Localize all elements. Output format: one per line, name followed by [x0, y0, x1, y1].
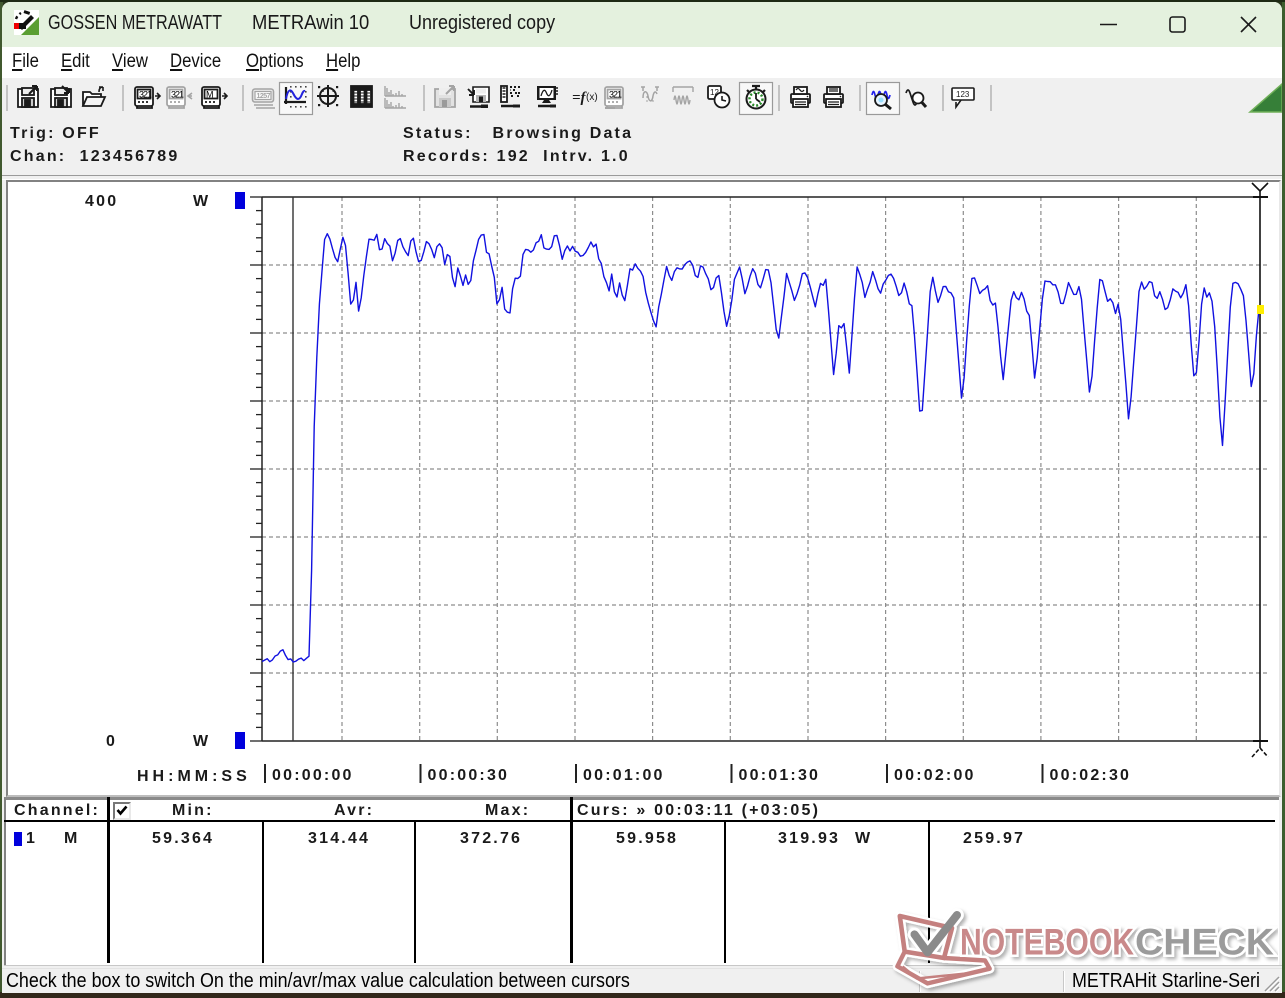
svg-text:(x): (x)	[586, 92, 598, 103]
svg-text:00:02:00: 00:02:00	[894, 767, 976, 784]
svg-text:0: 0	[106, 733, 117, 750]
svg-text:M: M	[206, 90, 213, 100]
svg-text:00:00:30: 00:00:30	[428, 767, 510, 784]
svg-text:HH:MM:SS: HH:MM:SS	[137, 768, 251, 785]
svg-text:123: 123	[956, 90, 970, 99]
svg-text:321: 321	[609, 90, 622, 100]
svg-text:400: 400	[85, 193, 118, 210]
svg-text:00:02:30: 00:02:30	[1050, 767, 1132, 784]
svg-text:321: 321	[139, 90, 152, 100]
svg-text:00:01:30: 00:01:30	[739, 767, 821, 784]
svg-text:CHECK: CHECK	[1135, 922, 1274, 963]
svg-text:321: 321	[171, 90, 184, 100]
svg-text:W: W	[193, 733, 210, 750]
svg-text:1257: 1257	[257, 93, 271, 100]
svg-text:W: W	[193, 193, 210, 210]
svg-text:00:00:00: 00:00:00	[272, 767, 354, 784]
svg-text:00:01:00: 00:01:00	[583, 767, 665, 784]
svg-text:NOTEBOOK: NOTEBOOK	[960, 922, 1134, 963]
